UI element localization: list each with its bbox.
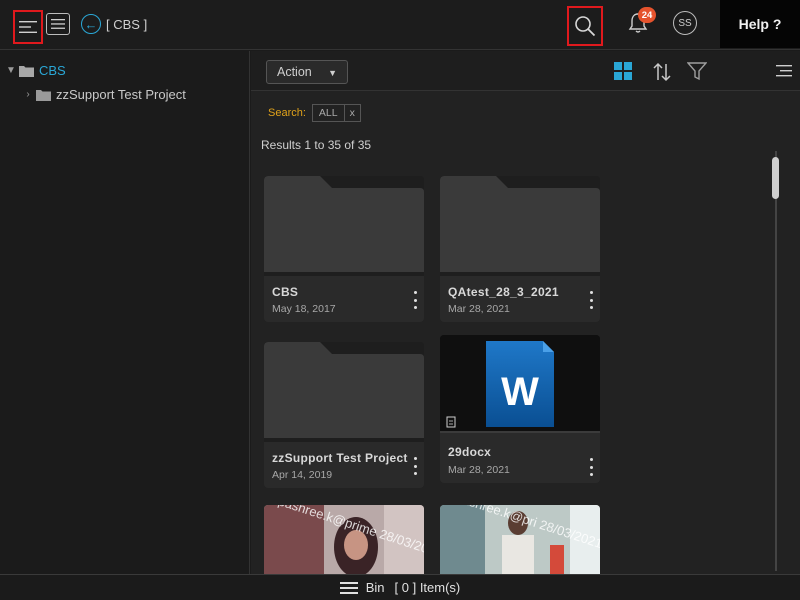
tree-item-zzsupport[interactable]: › zzSupport Test Project [22,87,186,102]
scrollbar-thumb[interactable] [772,157,779,199]
video-thumbnail: lipashree.k@prime 28/03/2021 1 [264,505,424,575]
card-date: Mar 28, 2021 [448,464,510,476]
scrollbar-track[interactable] [775,151,777,571]
search-button[interactable] [567,6,603,46]
item-card[interactable]: QAtest_28_3_2021 Mar 28, 2021 [440,176,600,322]
card-thumbnail [264,342,424,442]
help-button[interactable]: Help ? [720,0,800,48]
search-icon [575,16,596,37]
list-menu-icon[interactable] [776,65,792,77]
bin-bar[interactable]: Bin [ 0 ] Item(s) [0,574,800,600]
more-options-icon[interactable] [586,291,596,309]
action-label: Action [277,65,312,79]
video-thumbnail-card[interactable]: lipashree.k@prime 28/03/2021 1 [264,505,424,575]
sort-icon[interactable] [652,62,672,82]
video-thumbnail: lipashree.k@pri 28/03/2021 [440,505,600,575]
card-name: CBS [272,285,299,299]
results-count: Results 1 to 35 of 35 [261,138,372,152]
tree-item-cbs[interactable]: ▼ CBS [5,63,66,78]
card-date: May 18, 2017 [272,303,336,315]
top-bar: ← [ CBS ] 24 SS Help ? [0,0,800,50]
folder-icon [440,176,600,276]
card-date: Mar 28, 2021 [448,303,510,315]
bin-label: Bin [365,580,385,595]
arrow-left-icon: ← [84,16,98,32]
content-toolbar: Action ▼ [251,51,800,91]
chevron-right-icon[interactable]: › [22,89,34,100]
caret-down-icon: ▼ [328,68,337,78]
word-document-icon: W [440,335,600,433]
card-name: QAtest_28_3_2021 [448,285,559,299]
main-content: Action ▼ Search: ALL x Results 1 to 35 o… [251,51,800,575]
bin-menu-icon [339,581,358,594]
action-dropdown[interactable]: Action ▼ [266,60,348,84]
card-thumbnail [440,176,600,276]
back-button[interactable]: ← [81,14,101,34]
folder-icon [19,65,34,77]
search-chip-all[interactable]: ALL [311,104,345,122]
folder-icon [264,342,424,442]
card-name: 29docx [448,445,492,459]
hamburger-menu-button[interactable] [13,10,43,44]
doc-letter: W [501,370,539,414]
search-chip-clear[interactable]: x [344,104,361,122]
list-view-button[interactable] [46,13,70,35]
folder-icon [264,176,424,276]
search-filter-row: Search: ALL x [268,104,361,122]
item-card[interactable]: CBS May 18, 2017 [264,176,424,322]
card-thumbnail [264,176,424,276]
folder-tree-sidebar: ▼ CBS › zzSupport Test Project [0,51,250,574]
list-icon [51,19,65,29]
tree-item-label: zzSupport Test Project [56,87,186,102]
more-options-icon[interactable] [410,291,420,309]
breadcrumb[interactable]: [ CBS ] [106,17,147,32]
card-date: Apr 14, 2019 [272,469,333,481]
folder-icon [36,89,51,101]
hamburger-icon [19,21,37,33]
filter-icon[interactable] [687,62,707,81]
grid-view-icon[interactable] [614,62,632,80]
item-card[interactable]: W 29docx Mar 28, 2021 [440,335,600,483]
search-label: Search: [268,107,306,119]
more-options-icon[interactable] [410,457,420,475]
chevron-down-icon[interactable]: ▼ [5,65,17,76]
item-card[interactable]: zzSupport Test Project Apr 14, 2019 [264,342,424,488]
video-thumbnail-card[interactable]: lipashree.k@pri 28/03/2021 [440,505,600,575]
user-avatar[interactable]: SS [673,11,697,35]
notification-badge: 24 [638,7,656,23]
tree-item-label: CBS [39,63,66,78]
bin-count: [ 0 ] Item(s) [394,580,461,595]
card-name: zzSupport Test Project [272,451,408,465]
card-thumbnail: W [440,335,600,433]
more-options-icon[interactable] [586,458,596,476]
